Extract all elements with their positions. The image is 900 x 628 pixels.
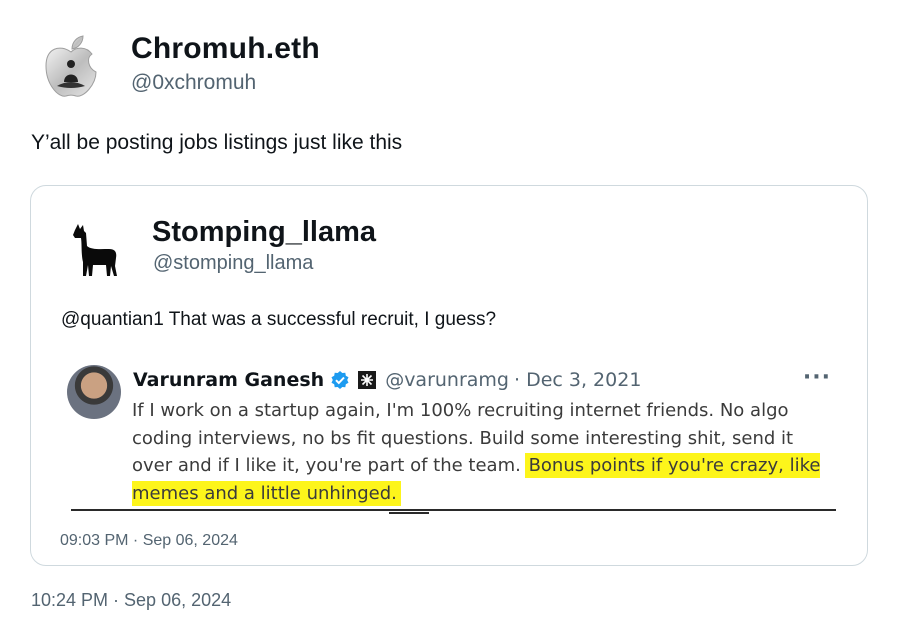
tweet-text: Y’all be posting jobs listings just like… [31, 131, 403, 154]
quoted-tweet-text: @quantian1 That was a successful recruit… [61, 309, 497, 330]
llama-icon [73, 224, 117, 276]
apple-logo-meditating-figure-icon [45, 35, 97, 97]
embedded-underline-mark [389, 512, 429, 514]
author-handle[interactable]: @0xchromuh [131, 71, 256, 95]
embedded-divider [71, 509, 836, 511]
embedded-header: Varunram Ganesh @varunramg · Dec 3, 2021 [133, 369, 641, 391]
embedded-body: If I work on a startup again, I'm 100% r… [132, 397, 832, 507]
author-avatar[interactable] [40, 32, 102, 100]
embedded-screenshot: Varunram Ganesh @varunramg · Dec 3, 2021… [64, 361, 836, 514]
embedded-avatar [67, 365, 121, 419]
affiliate-badge-icon [358, 371, 377, 389]
embedded-date: · Dec 3, 2021 [514, 369, 642, 391]
quoted-author-name[interactable]: Stomping_llama [152, 216, 376, 249]
quoted-tweet-timestamp[interactable]: 09:03 PM · Sep 06, 2024 [60, 532, 238, 550]
quoted-author-avatar[interactable] [71, 224, 119, 278]
embedded-author-name: Varunram Ganesh [133, 369, 325, 391]
embedded-author-handle: @varunramg [385, 369, 509, 391]
more-options-icon: ··· [802, 365, 831, 390]
verified-badge-icon [331, 371, 349, 389]
quoted-tweet-card[interactable]: Stomping_llama @stomping_llama @quantian… [30, 185, 868, 566]
author-name[interactable]: Chromuh.eth [131, 32, 320, 66]
quoted-author-handle[interactable]: @stomping_llama [153, 252, 313, 275]
tweet-timestamp[interactable]: 10:24 PM · Sep 06, 2024 [31, 590, 231, 611]
